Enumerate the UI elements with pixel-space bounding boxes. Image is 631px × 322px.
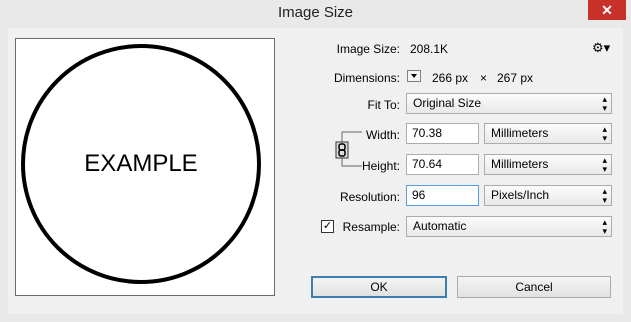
- settings-gear-icon[interactable]: ⚙▾: [592, 40, 610, 56]
- resolution-label: Resolution:: [339, 190, 400, 204]
- window-title: Image Size: [277, 4, 354, 21]
- select-arrows-icon: ▴ ▾: [602, 186, 607, 205]
- height-input[interactable]: 70.64: [406, 154, 479, 175]
- height-unit-value: Millimeters: [491, 157, 549, 171]
- width-unit-select[interactable]: Millimeters ▴ ▾: [484, 123, 612, 144]
- image-preview: EXAMPLE: [15, 38, 275, 296]
- resample-value: Automatic: [413, 219, 467, 233]
- fit-to-label: Fit To:: [367, 98, 400, 112]
- dimensions-units-dropdown[interactable]: [407, 70, 421, 82]
- width-input[interactable]: 70.38: [406, 123, 479, 144]
- dialog-body: EXAMPLE Image Size: 208.1K ⚙▾ Dimensions…: [8, 28, 623, 314]
- fit-to-select[interactable]: Original Size ▴ ▾: [406, 93, 612, 114]
- window-titlebar: Image Size ✕: [0, 0, 631, 26]
- cancel-button[interactable]: Cancel: [457, 276, 611, 298]
- resolution-unit-value: Pixels/Inch: [491, 188, 550, 202]
- ok-button[interactable]: OK: [311, 276, 447, 298]
- resample-label: Resample:: [342, 220, 400, 234]
- preview-canvas: EXAMPLE: [21, 44, 261, 284]
- height-label: Height:: [361, 159, 400, 173]
- dimensions-label: Dimensions:: [333, 71, 400, 85]
- height-unit-select[interactable]: Millimeters ▴ ▾: [484, 154, 612, 175]
- select-arrows-icon: ▴ ▾: [602, 217, 607, 236]
- resolution-input[interactable]: 96: [406, 185, 479, 206]
- close-icon: ✕: [601, 2, 613, 18]
- resample-select[interactable]: Automatic ▴ ▾: [406, 216, 612, 237]
- dimensions-times: ×: [480, 71, 488, 85]
- select-arrows-icon: ▴ ▾: [602, 155, 607, 174]
- select-arrows-icon: ▴ ▾: [602, 124, 607, 143]
- image-size-label: Image Size:: [336, 42, 400, 56]
- preview-text: EXAMPLE: [84, 150, 197, 177]
- dimensions-height-value: 267 px: [497, 71, 534, 85]
- image-size-value: 208.1K: [410, 42, 449, 56]
- dimensions-width-value: 266 px: [432, 71, 469, 85]
- resolution-unit-select[interactable]: Pixels/Inch ▴ ▾: [484, 185, 612, 206]
- width-unit-value: Millimeters: [491, 126, 549, 140]
- fit-to-value: Original Size: [413, 96, 482, 110]
- close-button[interactable]: ✕: [588, 0, 626, 20]
- select-arrows-icon: ▴ ▾: [602, 94, 607, 113]
